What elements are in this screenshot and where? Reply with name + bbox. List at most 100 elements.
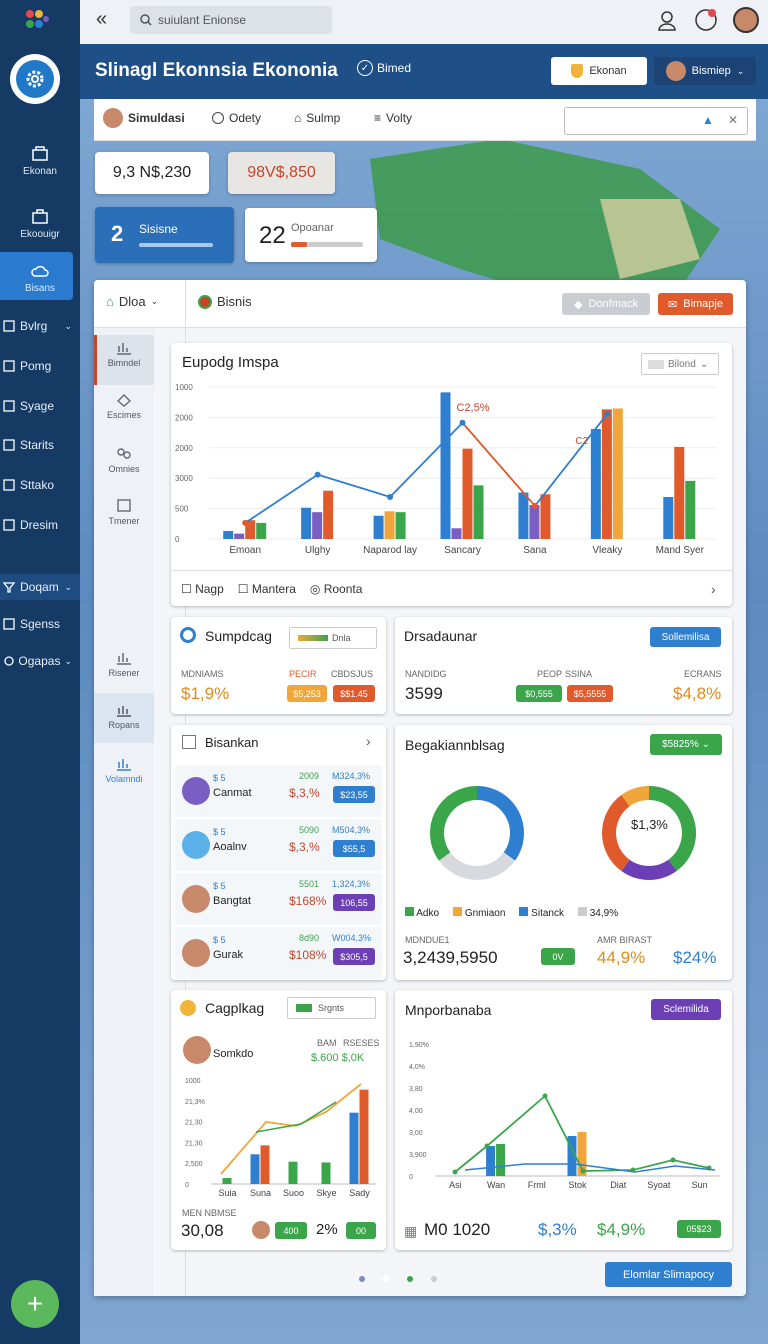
count-progress <box>291 242 307 247</box>
panel-dropdown[interactable]: ⌂ Dloa ⌄ <box>106 294 158 309</box>
mpor-line-chart: 1,90% 4,0% 3,80 4,00 3,00 3,900 0 Asi Wan Frml Sto… <box>409 1042 720 1190</box>
sidebar: Ekonan Ekoouigr Bisans Bvlrg ⌄ Pomg Syage… <box>0 0 80 1344</box>
sidebar-item-ekonan[interactable]: Ekonan <box>0 145 80 177</box>
pagination-dots[interactable] <box>350 1271 446 1285</box>
leftnav-item-risener[interactable]: Risener <box>94 650 154 678</box>
sidebar-row-syage[interactable]: Syage <box>0 393 80 419</box>
add-button[interactable]: + <box>11 1280 59 1328</box>
sidebar-item-bisans[interactable]: Bisans <box>0 262 80 294</box>
line-point <box>459 419 466 426</box>
leftnav-item-bimndel[interactable]: Bimndel <box>94 340 154 368</box>
link-roonta[interactable]: ◎ Roonta <box>310 582 363 596</box>
bar <box>321 1162 331 1184</box>
page-icon <box>3 400 15 412</box>
card-title: Bisankan <box>205 735 259 750</box>
leftnav-item-ropans[interactable]: Ropans <box>94 702 154 730</box>
tab-sulmp[interactable]: ⌂ Sulmp <box>294 111 340 125</box>
toolbar-user[interactable]: Simuldasi <box>103 108 185 128</box>
sidebar-row-sgenss[interactable]: Sgenss <box>0 611 80 637</box>
stat-value-1: 9,3 N$,230 <box>95 152 209 194</box>
mpor-button[interactable]: Sclemilida <box>651 999 721 1020</box>
gear-icon <box>4 656 14 666</box>
search-input[interactable]: suiulant Enionse <box>130 6 332 34</box>
close-icon[interactable]: ✕ <box>728 113 738 127</box>
user-menu-button[interactable]: Bismiep ⌄ <box>654 57 756 85</box>
page-title: Slinagl Ekonnsia Ekononia <box>95 60 338 81</box>
sump-chip[interactable]: Dnla <box>289 627 377 649</box>
sidebar-row-ogapas[interactable]: Ogapas ⌄ <box>0 648 80 674</box>
row-tag: $ 5 <box>213 935 226 945</box>
sidebar-row-pomg[interactable]: Pomg <box>0 353 80 379</box>
sidebar-row-dresim[interactable]: Dresim <box>0 512 80 538</box>
back-chevron-icon[interactable]: « <box>96 8 107 31</box>
card-value: 3599 <box>405 684 443 703</box>
footer-action-button[interactable]: Elomlar Slimapocy <box>605 1262 732 1287</box>
ekonan-button[interactable]: Ekonan <box>551 57 647 85</box>
donut-slice <box>438 852 516 880</box>
row-n1: 2009 <box>299 771 320 781</box>
tab-odety[interactable]: Odety <box>212 111 261 125</box>
sidebar-row-starits[interactable]: Starits <box>0 432 80 458</box>
notification-icon[interactable] <box>694 8 718 32</box>
avatar <box>182 777 210 805</box>
toolbar-search-field[interactable]: ▲ ✕ <box>564 107 748 135</box>
tab-bisnis[interactable]: Bisnis <box>198 294 252 309</box>
tab-volty[interactable]: ≡ Volty <box>374 111 412 125</box>
annotation-label: C2,5% <box>457 402 490 414</box>
list-item[interactable]: $ 5 Aoalnv 5090 M504,3% $,3,% $55,5 <box>175 819 382 871</box>
link-mantera[interactable]: ☐ Mantera <box>238 582 296 596</box>
bar <box>260 1145 270 1184</box>
row-pill: $55,5 <box>333 840 375 857</box>
y-tick-label: 21,3% <box>185 1099 205 1106</box>
sidebar-row-sttako[interactable]: Sttako <box>0 472 80 498</box>
count-value: 22 <box>259 222 286 249</box>
stat-value-2: 98V$,850 <box>228 152 335 194</box>
list-item[interactable]: $ 5 Gurak 8d90 W004,3% $108% $305,5 <box>175 927 382 979</box>
donut-slice <box>621 786 650 807</box>
chevron-down-icon: ⌄ <box>150 296 159 306</box>
chevron-right-icon[interactable]: › <box>366 733 371 749</box>
profile-avatar[interactable] <box>733 7 759 33</box>
bimapje-button[interactable]: ✉ Bimapje <box>658 293 733 315</box>
bar <box>663 496 674 539</box>
card-value: M0 1020 <box>424 1220 491 1239</box>
link-nagp[interactable]: ☐ Nagp <box>181 582 224 596</box>
page-dot[interactable] <box>407 1276 413 1282</box>
leftnav-item-tmener[interactable]: Tmener <box>94 498 154 526</box>
list-item[interactable]: $ 5 Bangtat 5501 1,324,3% $168% 106,55 <box>175 873 382 925</box>
briefcase-icon <box>32 209 48 224</box>
user-icon[interactable] <box>657 10 677 32</box>
page-dot[interactable] <box>383 1276 389 1282</box>
calendar-icon <box>648 359 664 369</box>
row-n2: 1,324,3% <box>332 879 371 889</box>
list-item[interactable]: $ 5 Canmat 2009 M324,3% $,3,% $23,55 <box>175 765 382 817</box>
sidebar-item-ekoouigr[interactable]: Ekoouigr <box>0 208 80 240</box>
sidebar-row-doqam[interactable]: Doqam ⌄ <box>0 574 80 600</box>
leftnav-item-omnies[interactable]: Omnies <box>94 446 154 474</box>
donfmack-button[interactable]: ◆ Donfmack <box>562 293 650 315</box>
settings-gear-button[interactable] <box>10 54 60 104</box>
leftnav-item-escimes[interactable]: Escimes <box>94 392 154 420</box>
mnporbanaba-card: Mnporbanaba Sclemilida 1,90% 4,0% 3,80 4,00… <box>395 990 732 1250</box>
x-tick-label: Sancary <box>444 545 481 556</box>
page-dot[interactable] <box>359 1276 365 1282</box>
mail-icon: ✉ <box>668 298 678 311</box>
sub-value: $.600 $,0K <box>311 1052 365 1064</box>
line-point <box>242 519 249 526</box>
row-name: Aoalnv <box>213 841 247 853</box>
leftnav-item-volamndi[interactable]: Volamndi <box>94 756 154 784</box>
coin-icon <box>180 1000 196 1016</box>
bar <box>685 480 696 539</box>
trend-line-2 <box>255 1101 337 1133</box>
plus-icon: + <box>26 1288 44 1319</box>
range-select[interactable]: Bilond ⌄ <box>641 353 719 375</box>
bar <box>612 408 623 539</box>
sidebar-row-bvlrg[interactable]: Bvlrg ⌄ <box>0 313 80 339</box>
line-point <box>387 493 394 500</box>
donut-chip[interactable]: $5825% ⌄ <box>650 734 722 755</box>
chevron-right-icon[interactable]: › <box>711 581 716 597</box>
donut-center-value: $1,3% <box>631 817 668 832</box>
page-dot[interactable] <box>431 1276 437 1282</box>
cag-chip[interactable]: Srgnts <box>287 997 376 1019</box>
drs-button[interactable]: Sollemilisa <box>650 627 721 647</box>
